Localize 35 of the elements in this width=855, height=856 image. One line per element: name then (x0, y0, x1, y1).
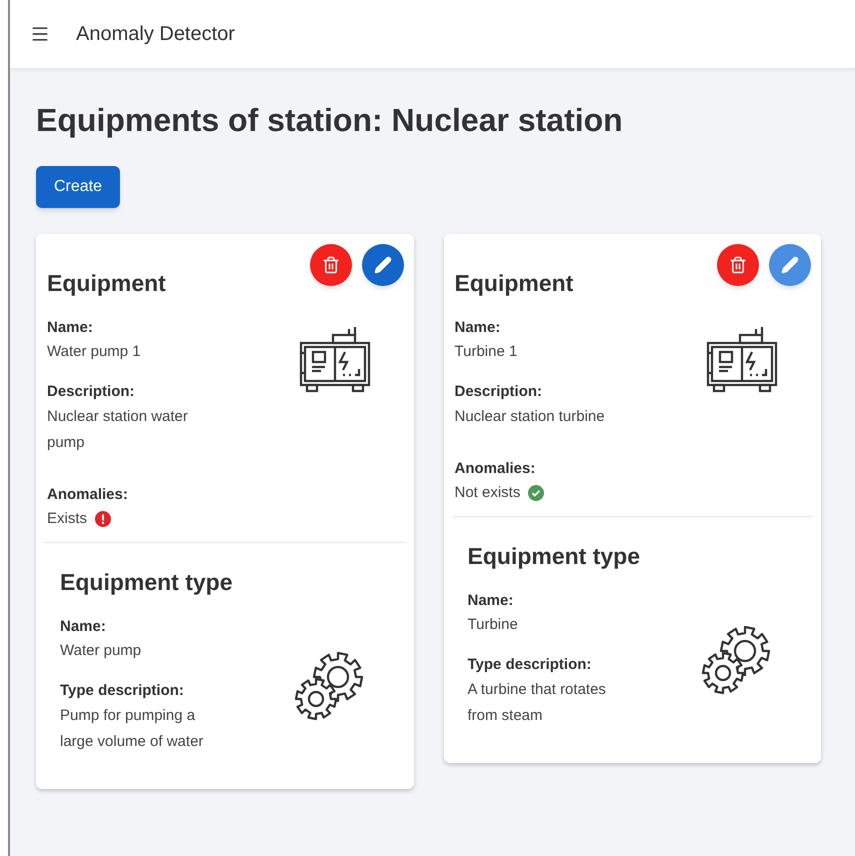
card-heading: Equipment (454, 269, 574, 298)
edit-button[interactable] (362, 244, 404, 286)
field-label: Type description: (60, 681, 185, 701)
field-value: Water pump 1 (47, 342, 142, 362)
field-value: Pump for pumping a large volume of water (60, 706, 204, 752)
field-label: Anomalies: (47, 484, 129, 504)
app-title: Anomaly Detector (76, 22, 235, 47)
delete-button[interactable] (310, 244, 352, 286)
page-title: Equipments of station: Nuclear station (36, 101, 624, 140)
section-heading: Equipment type (468, 542, 642, 571)
create-button[interactable]: Create (36, 166, 120, 208)
trash-icon (729, 256, 747, 274)
delete-button[interactable] (717, 244, 759, 286)
pencil-icon (781, 256, 799, 274)
field-value: Nuclear station water pump (47, 406, 189, 452)
field-value: Turbine (468, 615, 519, 635)
field-value: Water pump (60, 641, 142, 661)
field-value: A turbine that rotates from steam (468, 680, 607, 726)
section-heading: Equipment type (60, 568, 234, 597)
field-value: Not exists (454, 483, 520, 503)
card-heading: Equipment (47, 269, 167, 298)
field-label: Name: (47, 318, 94, 338)
field-value: Turbine 1 (454, 342, 518, 362)
pencil-icon (374, 256, 392, 274)
field-label: Description: (454, 382, 544, 402)
edit-button[interactable] (769, 244, 811, 286)
field-label: Name: (468, 590, 514, 610)
field-label: Type description: (468, 655, 592, 675)
field-label: Name: (60, 616, 107, 636)
field-label: Anomalies: (454, 458, 536, 478)
trash-icon (322, 256, 340, 274)
field-label: Name: (454, 318, 502, 338)
field-label: Description: (47, 382, 136, 402)
field-value: Exists (47, 509, 88, 529)
field-value: Nuclear station turbine (454, 406, 605, 426)
